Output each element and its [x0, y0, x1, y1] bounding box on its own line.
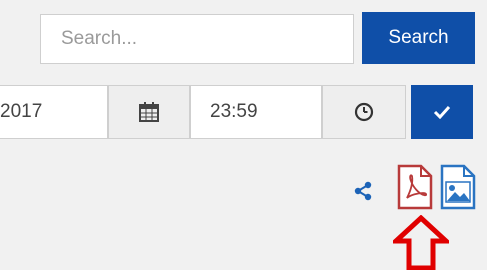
- time-field[interactable]: 23:59: [190, 85, 322, 139]
- search-input[interactable]: [40, 14, 354, 64]
- calendar-button[interactable]: [108, 85, 190, 139]
- checkmark-icon: [433, 105, 451, 119]
- search-button[interactable]: Search: [362, 12, 475, 64]
- pdf-icon[interactable]: [397, 164, 433, 210]
- share-icon[interactable]: [353, 181, 373, 201]
- clock-icon: [354, 102, 374, 122]
- clock-button[interactable]: [322, 85, 406, 139]
- date-field[interactable]: 2017: [0, 85, 108, 139]
- confirm-button[interactable]: [411, 85, 473, 139]
- up-arrow-icon: [393, 215, 449, 270]
- calendar-icon: [139, 102, 159, 122]
- image-icon[interactable]: [440, 164, 476, 210]
